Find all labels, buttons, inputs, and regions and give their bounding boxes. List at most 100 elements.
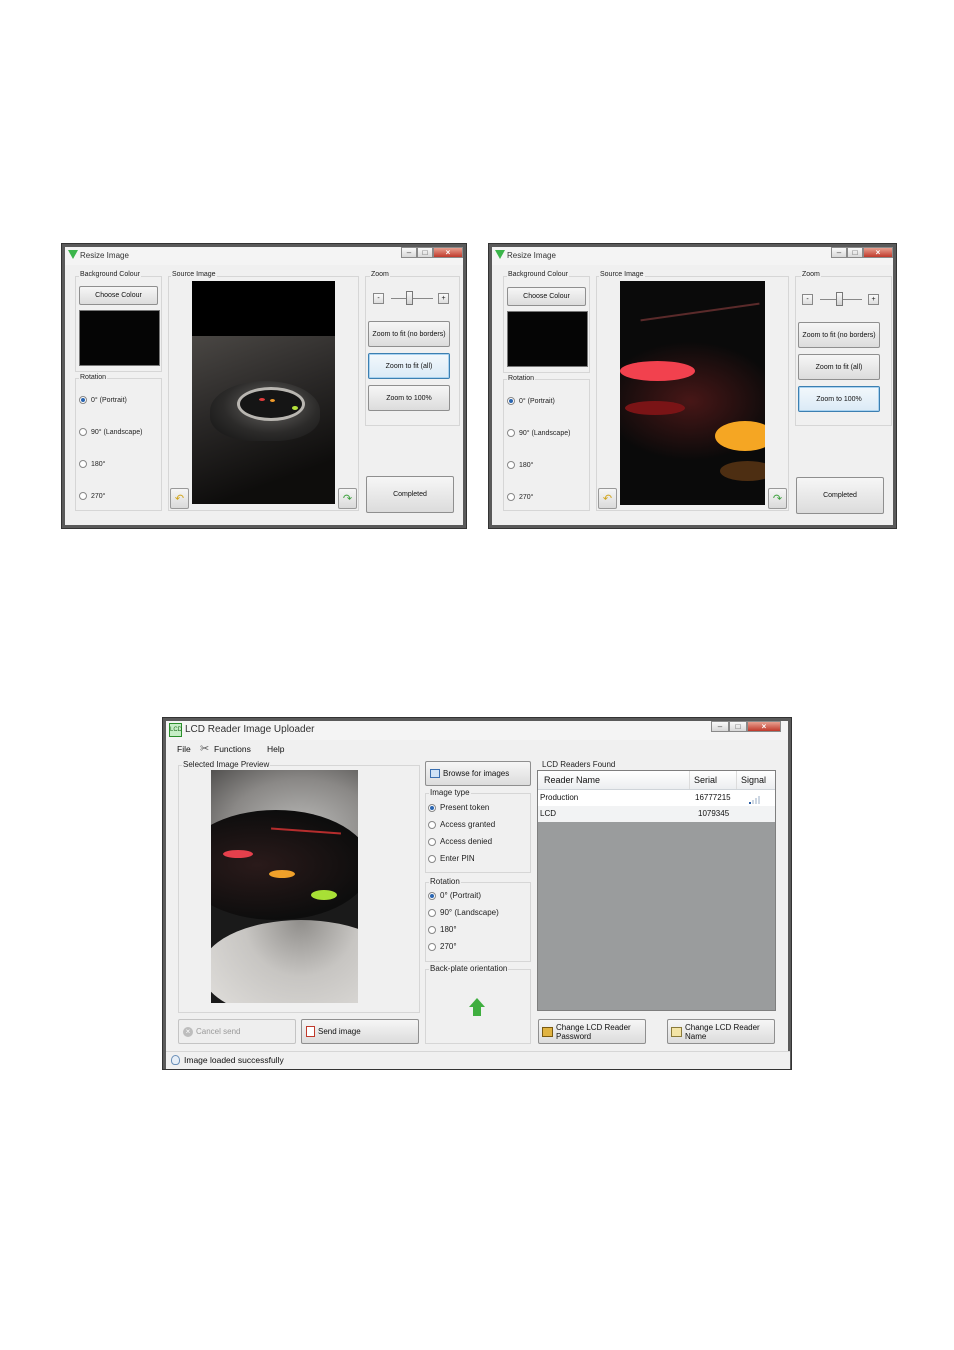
- maximize-icon[interactable]: □: [847, 247, 863, 258]
- menu-file[interactable]: File: [177, 744, 191, 754]
- rotation-0-radio[interactable]: 0° (Portrait): [507, 397, 555, 405]
- choose-colour-button[interactable]: Choose Colour: [79, 286, 158, 305]
- tools-icon: ✂: [200, 743, 210, 755]
- zoom-fit-no-borders-button[interactable]: Zoom to fit (no borders): [798, 322, 880, 348]
- minimize-icon[interactable]: –: [711, 721, 729, 732]
- rotation-180-radio[interactable]: 180°: [428, 925, 457, 934]
- radio-dot: [79, 428, 87, 436]
- zoom-in-button[interactable]: +: [438, 293, 449, 304]
- radio-dot: [428, 891, 436, 900]
- change-name-button[interactable]: Change LCD Reader Name: [667, 1019, 775, 1044]
- zoom-fit-no-borders-button[interactable]: Zoom to fit (no borders): [368, 321, 450, 347]
- rotation-90-label: 90° (Landscape): [91, 428, 143, 436]
- red-led-reflection: [625, 401, 685, 415]
- readers-list[interactable]: Reader Name Serial Signal Production 167…: [537, 770, 776, 1011]
- rotate-left-icon[interactable]: ↶: [598, 488, 617, 509]
- completed-button[interactable]: Completed: [366, 476, 454, 513]
- close-icon[interactable]: ×: [747, 721, 781, 732]
- rotate-right-icon[interactable]: ↷: [768, 488, 787, 509]
- send-image-button[interactable]: Send image: [301, 1019, 419, 1044]
- device-base: [211, 920, 358, 1003]
- maximize-icon[interactable]: □: [729, 721, 747, 732]
- zoom-out-button[interactable]: -: [802, 294, 813, 305]
- window-body: LCD LCD Reader Image Uploader – □ × File…: [166, 721, 790, 1069]
- rotation-0-radio[interactable]: 0° (Portrait): [428, 891, 481, 900]
- change-name-text: Change LCD Reader Name: [685, 1023, 760, 1041]
- radio-dot: [428, 908, 436, 917]
- rotation-180-label: 180°: [440, 925, 457, 934]
- green-led: [292, 406, 298, 410]
- window-title: Resize Image: [507, 251, 556, 260]
- rotation-270-radio[interactable]: 270°: [79, 492, 105, 500]
- radio-dot: [507, 429, 515, 437]
- readers-label: LCD Readers Found: [541, 760, 617, 769]
- column-reader-name[interactable]: Reader Name: [544, 775, 600, 785]
- table-row[interactable]: LCD 1079345: [538, 806, 775, 822]
- zoom-100-button[interactable]: Zoom to 100%: [798, 386, 880, 412]
- rotate-left-icon[interactable]: ↶: [170, 488, 189, 509]
- signal-bar: [755, 798, 757, 804]
- zoom-100-button[interactable]: Zoom to 100%: [368, 385, 450, 411]
- status-text: Image loaded successfully: [184, 1055, 284, 1065]
- maximize-icon[interactable]: □: [417, 247, 433, 258]
- amber-led-reflection: [720, 461, 765, 481]
- close-icon[interactable]: ×: [863, 247, 893, 258]
- column-signal[interactable]: Signal: [741, 775, 766, 785]
- column-serial[interactable]: Serial: [694, 775, 717, 785]
- zoom-slider-thumb[interactable]: [836, 292, 843, 306]
- radio-dot: [428, 803, 436, 812]
- choose-colour-button[interactable]: Choose Colour: [507, 287, 586, 306]
- radio-dot: [428, 820, 436, 829]
- close-icon[interactable]: ×: [433, 247, 463, 258]
- image-type-present-token[interactable]: Present token: [428, 803, 489, 812]
- background-colour-label: Background Colour: [79, 271, 141, 278]
- rotation-270-label: 270°: [91, 492, 106, 500]
- serial-cell: 16777215: [695, 793, 731, 802]
- image-type-label-2: Access denied: [440, 837, 493, 846]
- rotation-180-radio[interactable]: 180°: [507, 461, 533, 469]
- rotation-180-label: 180°: [91, 460, 106, 468]
- rotation-90-radio[interactable]: 90° (Landscape): [428, 908, 499, 917]
- zoom-fit-all-button[interactable]: Zoom to fit (all): [798, 354, 880, 380]
- image-file-icon: [430, 769, 440, 778]
- rotation-0-radio[interactable]: 0° (Portrait): [79, 396, 127, 404]
- zoom-fit-all-button[interactable]: Zoom to fit (all): [368, 353, 450, 379]
- image-type-access-denied[interactable]: Access denied: [428, 837, 492, 846]
- key-icon: [542, 1026, 553, 1037]
- image-preview: [211, 770, 358, 1003]
- change-name-line2: Name: [685, 1031, 707, 1041]
- table-row[interactable]: Production 16777215: [538, 790, 775, 806]
- completed-button[interactable]: Completed: [796, 477, 884, 514]
- title-bar: LCD LCD Reader Image Uploader – □ ×: [166, 721, 788, 740]
- change-name-line1: Change LCD Reader: [685, 1022, 760, 1032]
- app-icon: [495, 250, 505, 259]
- menu-functions[interactable]: Functions: [214, 744, 251, 754]
- rotation-270-radio[interactable]: 270°: [428, 942, 457, 951]
- zoom-out-button[interactable]: -: [373, 293, 384, 304]
- cancel-send-button[interactable]: × Cancel send: [178, 1019, 296, 1044]
- image-type-label-3: Enter PIN: [440, 854, 475, 863]
- red-led: [223, 850, 253, 858]
- title-bar: Resize Image – □ ×: [65, 247, 463, 265]
- colour-swatch: [507, 311, 588, 367]
- window-controls: – □ ×: [401, 247, 463, 259]
- minimize-icon[interactable]: –: [831, 247, 847, 258]
- image-type-enter-pin[interactable]: Enter PIN: [428, 854, 475, 863]
- zoom-in-button[interactable]: +: [868, 294, 879, 305]
- menu-help[interactable]: Help: [267, 744, 284, 754]
- zoom-slider-thumb[interactable]: [406, 291, 413, 305]
- rotation-label: Rotation: [507, 375, 536, 382]
- rotation-270-radio[interactable]: 270°: [507, 493, 533, 501]
- rotate-right-icon[interactable]: ↷: [338, 488, 357, 509]
- radio-dot: [507, 493, 515, 501]
- rotation-180-radio[interactable]: 180°: [79, 460, 105, 468]
- change-password-button[interactable]: Change LCD Reader Password: [538, 1019, 646, 1044]
- minimize-icon[interactable]: –: [401, 247, 417, 258]
- browse-images-button[interactable]: Browse for images: [425, 761, 531, 786]
- arrow-head: [469, 998, 485, 1007]
- radio-dot: [428, 854, 436, 863]
- rotation-label: Rotation: [79, 374, 108, 381]
- rotation-90-radio[interactable]: 90° (Landscape): [79, 428, 142, 436]
- rotation-90-radio[interactable]: 90° (Landscape): [507, 429, 570, 437]
- image-type-access-granted[interactable]: Access granted: [428, 820, 495, 829]
